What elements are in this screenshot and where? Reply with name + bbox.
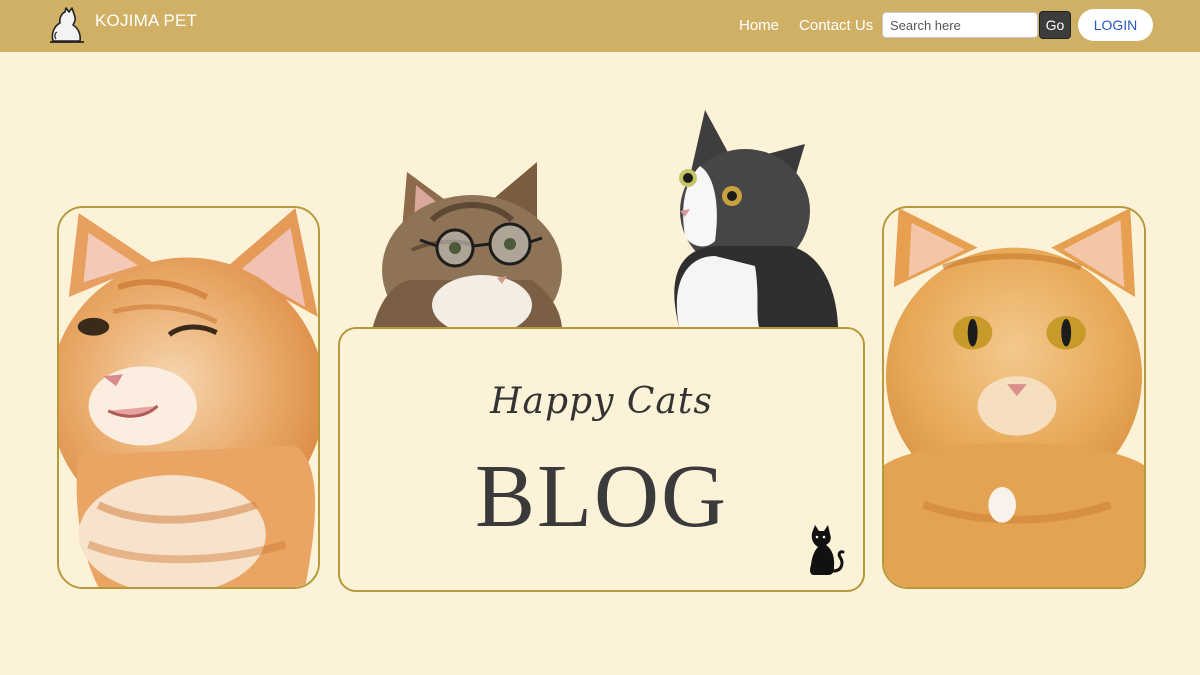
black-cat-icon bbox=[806, 525, 848, 577]
nav-link-home[interactable]: Home bbox=[739, 17, 779, 34]
search-go-button[interactable]: Go bbox=[1039, 11, 1071, 39]
blog-title: BLOG bbox=[475, 447, 728, 546]
nav-link-contact-us[interactable]: Contact Us bbox=[799, 17, 873, 34]
login-button[interactable]: LOGIN bbox=[1078, 9, 1153, 41]
blog-subtitle: Happy Cats bbox=[490, 381, 713, 422]
search-input[interactable] bbox=[882, 12, 1038, 38]
brand-link[interactable]: KOJIMA PET bbox=[48, 6, 197, 44]
blog-hero-card: Happy Cats BLOG bbox=[338, 327, 865, 592]
black-white-cat-photo bbox=[660, 106, 838, 330]
cat-with-glasses-photo bbox=[372, 160, 562, 330]
cat-logo-icon bbox=[48, 6, 86, 44]
orange-cat-portrait-photo bbox=[882, 206, 1146, 589]
nav-links: Home Contact Us bbox=[739, 17, 893, 34]
brand-name: KOJIMA PET bbox=[95, 11, 198, 30]
top-navbar: KOJIMA PET Home Contact Us Go LOGIN bbox=[0, 0, 1200, 52]
winking-orange-cat-photo bbox=[57, 206, 320, 589]
